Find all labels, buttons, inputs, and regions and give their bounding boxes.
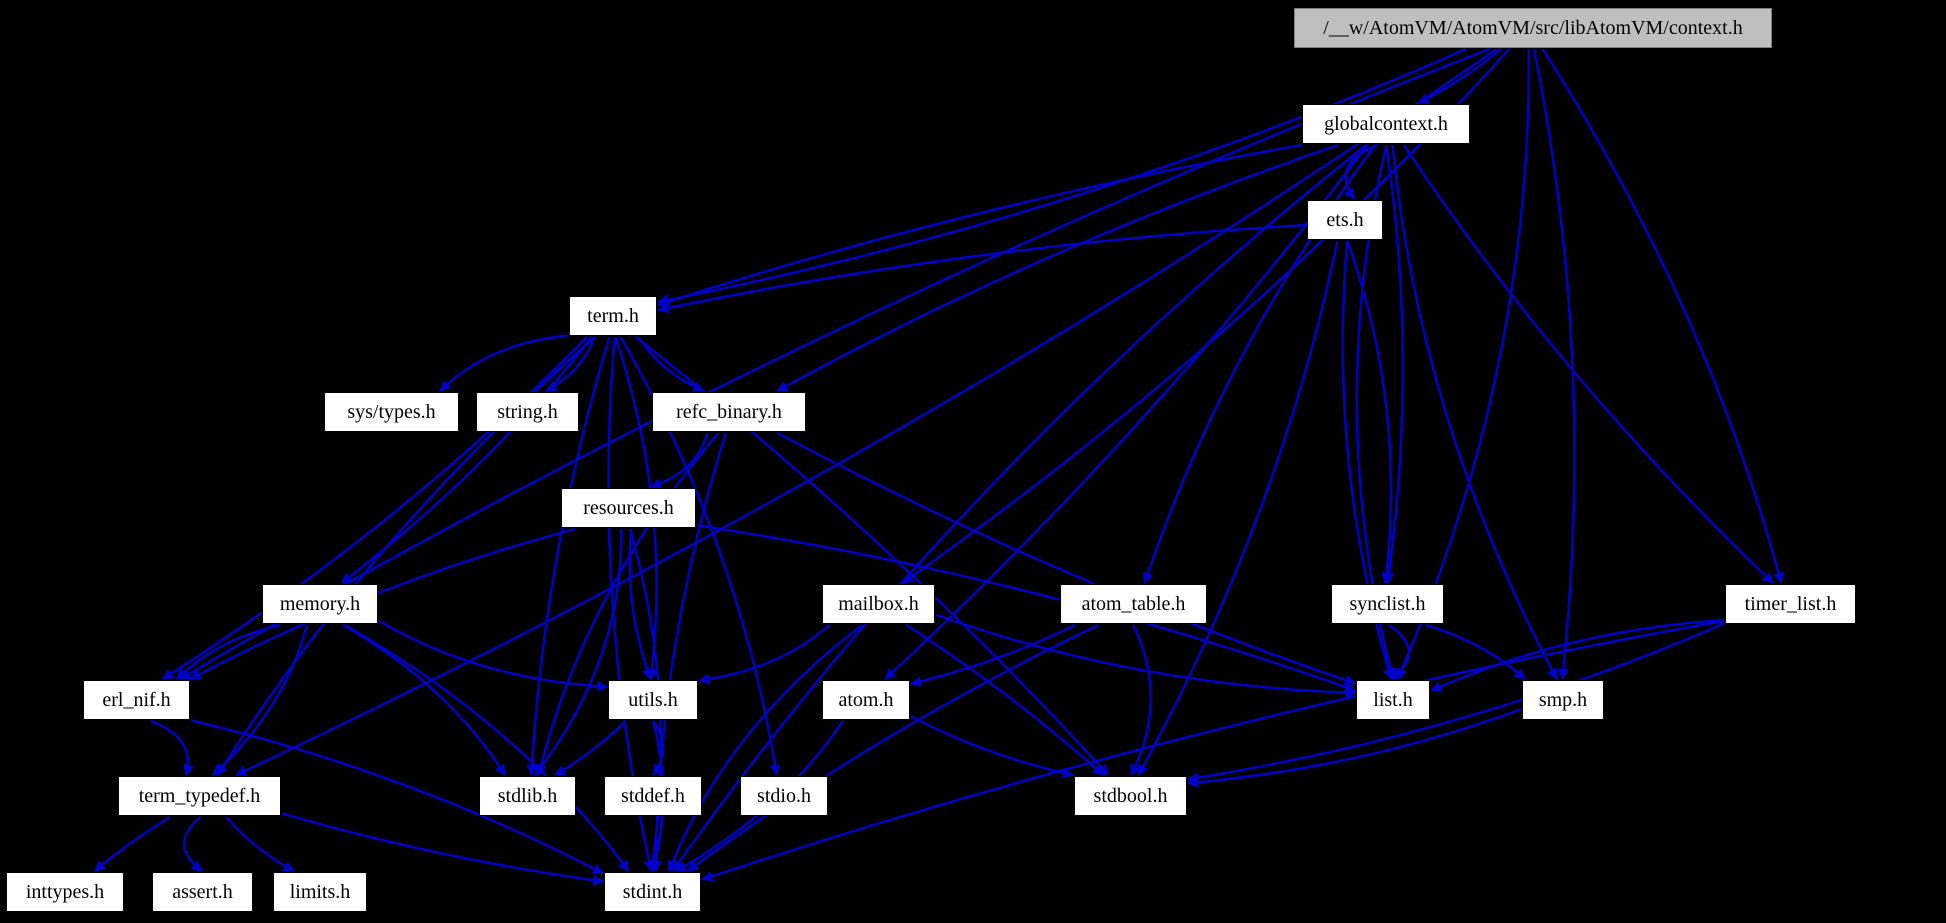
graph-node-label: stdint.h — [622, 881, 683, 903]
graph-node-label: term_typedef.h — [138, 785, 261, 807]
graph-node-atom_table[interactable]: atom_table.h — [1060, 584, 1207, 624]
graph-node-label: atom.h — [838, 689, 894, 711]
graph-node-label: limits.h — [289, 881, 351, 903]
graph-node-label: atom_table.h — [1081, 593, 1186, 615]
graph-node-label: term.h — [587, 305, 639, 327]
graph-edge-term-to-erl_nif — [161, 336, 588, 681]
graph-node-label: timer_list.h — [1744, 593, 1837, 615]
graph-edge-atom_table-to-stdbool — [1129, 624, 1152, 776]
graph-node-synclist[interactable]: synclist.h — [1331, 584, 1444, 624]
graph-node-list[interactable]: list.h — [1356, 680, 1430, 720]
graph-edge-globalcontext-to-refc_binary — [776, 143, 1339, 393]
graph-node-stdbool[interactable]: stdbool.h — [1074, 776, 1187, 816]
graph-edge-term_typedef-to-inttypes — [93, 815, 171, 872]
graph-node-label: stdio.h — [757, 785, 811, 807]
graph-edge-mailbox-to-utils — [698, 624, 830, 685]
graph-node-label: synclist.h — [1349, 593, 1426, 615]
graph-node-label: resources.h — [583, 497, 674, 519]
graph-node-ets[interactable]: ets.h — [1307, 200, 1383, 240]
graph-edge-refc_binary-to-list — [776, 431, 1356, 686]
graph-node-label: stdbool.h — [1093, 785, 1168, 807]
graph-node-assert[interactable]: assert.h — [152, 872, 253, 912]
graph-edge-ets-to-synclist — [1346, 240, 1393, 584]
graph-edge-ets-to-term — [657, 223, 1307, 314]
graph-node-resources[interactable]: resources.h — [561, 488, 696, 528]
graph-edge-context-to-timer_list — [1541, 48, 1784, 584]
graph-node-label: erl_nif.h — [102, 689, 171, 711]
graph-node-utils[interactable]: utils.h — [608, 680, 698, 720]
graph-edge-resources-to-list — [696, 524, 1356, 693]
graph-edge-term_typedef-to-assert — [182, 816, 203, 872]
graph-edge-ets-to-stdbool — [1137, 240, 1339, 776]
graph-node-stdlib[interactable]: stdlib.h — [479, 776, 576, 816]
graph-edge-term-to-systypes — [439, 334, 569, 392]
graph-node-stddef[interactable]: stddef.h — [604, 776, 702, 816]
graph-node-label: list.h — [1373, 689, 1413, 711]
graph-node-stdio[interactable]: stdio.h — [740, 776, 828, 816]
graph-node-stdint[interactable]: stdint.h — [604, 872, 701, 912]
graph-edge-timer_list-to-stdint — [701, 619, 1725, 882]
graph-edge-erl_nif-to-term_typedef — [149, 719, 194, 776]
graph-node-limits[interactable]: limits.h — [273, 872, 367, 912]
graph-node-globalcontext[interactable]: globalcontext.h — [1302, 104, 1470, 144]
graph-edge-term_typedef-to-limits — [224, 816, 295, 873]
graph-node-label: utils.h — [628, 689, 678, 711]
graph-node-label: memory.h — [279, 593, 361, 615]
graph-node-label: refc_binary.h — [676, 401, 782, 423]
graph-node-refc_binary[interactable]: refc_binary.h — [652, 392, 806, 432]
graph-node-label: globalcontext.h — [1324, 113, 1448, 135]
graph-edge-memory-to-stdlib — [342, 623, 506, 776]
graph-node-smp[interactable]: smp.h — [1522, 680, 1604, 720]
graph-edge-memory-to-term_typedef — [211, 624, 308, 776]
graph-node-mailbox[interactable]: mailbox.h — [822, 584, 935, 624]
graph-node-label: inttypes.h — [25, 881, 105, 903]
graph-node-context: /__w/AtomVM/AtomVM/src/libAtomVM/context… — [1294, 8, 1772, 48]
graph-node-label: sys/types.h — [347, 401, 436, 423]
graph-node-term_typedef[interactable]: term_typedef.h — [118, 776, 281, 816]
graph-node-memory[interactable]: memory.h — [262, 584, 378, 624]
graph-node-systypes[interactable]: sys/types.h — [324, 392, 459, 432]
graph-edge-synclist-to-smp — [1425, 623, 1526, 680]
graph-edge-atom_table-to-stdint — [686, 623, 1099, 872]
graph-node-erl_nif[interactable]: erl_nif.h — [83, 680, 190, 720]
graph-node-label: stddef.h — [621, 785, 685, 807]
graph-node-inttypes[interactable]: inttypes.h — [6, 872, 124, 912]
graph-edge-memory-to-utils — [378, 619, 608, 692]
graph-node-string[interactable]: string.h — [476, 392, 579, 432]
graph-node-timer_list[interactable]: timer_list.h — [1725, 584, 1856, 624]
graph-node-atom[interactable]: atom.h — [822, 680, 910, 720]
graph-edge-atom-to-stdbool — [910, 715, 1074, 779]
graph-node-label: assert.h — [172, 881, 233, 903]
graph-edge-refc_binary-to-resources — [649, 432, 709, 489]
graph-node-label: smp.h — [1538, 689, 1588, 711]
graph-node-label: mailbox.h — [838, 593, 919, 615]
graph-node-label: /__w/AtomVM/AtomVM/src/libAtomVM/context… — [1323, 17, 1743, 39]
graph-edge-timer_list-to-stdbool — [1187, 622, 1725, 784]
graph-edge-mailbox-to-stdbool — [905, 623, 1104, 776]
graph-edge-refc_binary-to-stdlib — [535, 432, 719, 776]
graph-node-label: ets.h — [1326, 209, 1364, 231]
graph-node-term[interactable]: term.h — [569, 296, 657, 336]
graph-node-label: string.h — [497, 401, 558, 423]
include-dependency-graph: /__w/AtomVM/AtomVM/src/libAtomVM/context… — [0, 0, 1946, 923]
graph-edges-canvas — [93, 47, 1784, 886]
graph-node-label: stdlib.h — [497, 785, 558, 807]
